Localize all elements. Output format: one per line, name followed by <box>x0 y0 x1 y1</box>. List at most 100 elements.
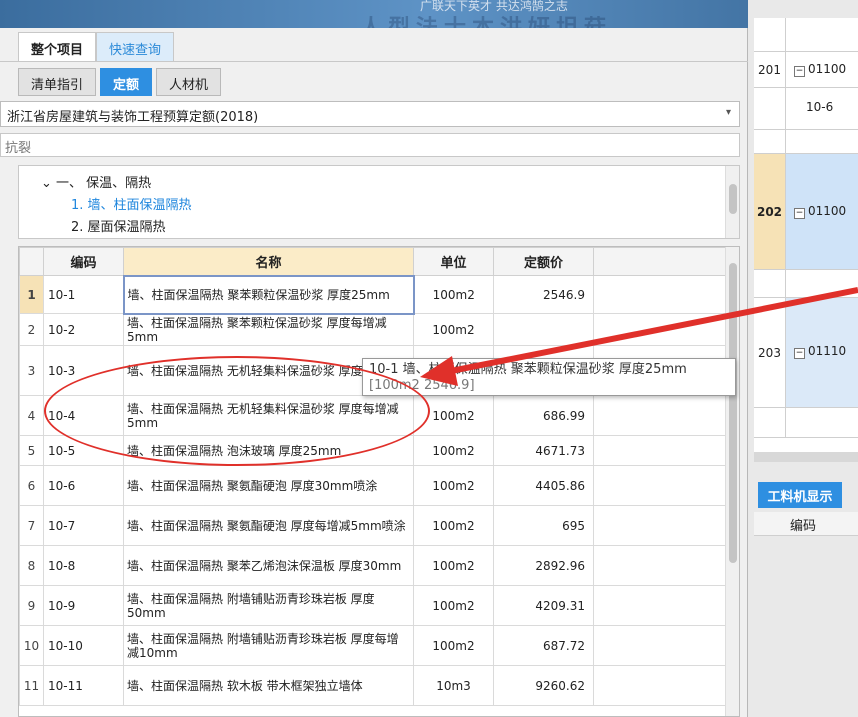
row-number[interactable]: 4 <box>19 395 44 436</box>
row-empty[interactable] <box>593 435 728 466</box>
header-name[interactable]: 名称 <box>123 247 414 276</box>
row-number[interactable]: 5 <box>19 435 44 466</box>
row-price[interactable]: 687.72 <box>493 625 594 666</box>
row-number[interactable]: 6 <box>19 465 44 506</box>
row-unit[interactable]: 100m2 <box>413 545 494 586</box>
row-code[interactable]: 10-2 <box>43 313 124 346</box>
row-empty[interactable] <box>593 585 728 626</box>
quota-table: 编码 名称 单位 定额价 1 10-1 墙、柱面保温隔热 聚苯颗粒保温砂浆 厚度25… <box>18 246 740 717</box>
row-price[interactable]: 686.99 <box>493 395 594 436</box>
tree-section[interactable]: ⌄ 一、 保温、隔热 <box>41 172 151 191</box>
row-unit[interactable]: 100m2 <box>413 313 494 346</box>
table-row-selected[interactable]: 202 −01100 <box>754 154 858 270</box>
table-scrollbar[interactable] <box>725 247 739 716</box>
tab-bill-guide[interactable]: 清单指引 <box>18 68 97 96</box>
row-code[interactable]: 10-11 <box>43 665 124 706</box>
row-code[interactable]: 10-7 <box>43 505 124 546</box>
row-number[interactable]: 11 <box>19 665 44 706</box>
table-row[interactable]: 10 10-10 墙、柱面保温隔热 附墙铺贴沥青珍珠岩板 厚度每增减10mm 100m… <box>19 625 728 666</box>
quota-library-select[interactable]: 浙江省房屋建筑与装饰工程预算定额(2018) ▾ <box>0 101 740 127</box>
row-code[interactable]: 10-1 <box>43 275 124 314</box>
table-row[interactable]: 2 10-2 墙、柱面保温隔热 聚苯颗粒保温砂浆 厚度每增减5mm 100m2 <box>19 313 728 346</box>
row-name[interactable]: 墙、柱面保温隔热 聚苯乙烯泡沫保温板 厚度30mm <box>123 545 414 586</box>
row-empty[interactable] <box>593 275 728 314</box>
table-row[interactable]: 8 10-8 墙、柱面保温隔热 聚苯乙烯泡沫保温板 厚度30mm 100m2 2892.… <box>19 545 728 586</box>
row-unit[interactable]: 100m2 <box>413 465 494 506</box>
row-name[interactable]: 墙、柱面保温隔热 附墙铺贴沥青珍珠岩板 厚度50mm <box>123 585 414 626</box>
row-code[interactable]: 10-9 <box>43 585 124 626</box>
collapse-box-icon[interactable]: − <box>794 208 805 219</box>
row-empty[interactable] <box>593 545 728 586</box>
tree-item-roof[interactable]: 2. 屋面保温隔热 <box>71 216 166 235</box>
row-number[interactable]: 1 <box>19 275 44 314</box>
row-number[interactable]: 3 <box>19 345 44 396</box>
row-unit[interactable]: 10m3 <box>413 665 494 706</box>
collapse-box-icon[interactable]: − <box>794 348 805 359</box>
row-price[interactable]: 4209.31 <box>493 585 594 626</box>
row-code[interactable]: 10-10 <box>43 625 124 666</box>
header-price[interactable]: 定额价 <box>493 247 594 276</box>
tab-quick-query[interactable]: 快速查询 <box>96 32 175 62</box>
row-name[interactable]: 墙、柱面保温隔热 附墙铺贴沥青珍珠岩板 厚度每增减10mm <box>123 625 414 666</box>
search-input[interactable]: 抗裂 <box>0 133 740 157</box>
row-number[interactable]: 2 <box>19 313 44 346</box>
row-name[interactable]: 墙、柱面保温隔热 软木板 带木框架独立墙体 <box>123 665 414 706</box>
row-number[interactable]: 9 <box>19 585 44 626</box>
row-empty[interactable] <box>593 465 728 506</box>
table-row[interactable]: 9 10-9 墙、柱面保温隔热 附墙铺贴沥青珍珠岩板 厚度50mm 100m2 4209… <box>19 585 728 626</box>
table-row[interactable]: 203 −01110 <box>754 298 858 408</box>
table-row[interactable] <box>754 18 858 52</box>
tree-scrollbar[interactable] <box>725 166 739 238</box>
row-code[interactable]: 10-8 <box>43 545 124 586</box>
row-name[interactable]: 墙、柱面保温隔热 聚氨酯硬泡 厚度30mm喷涂 <box>123 465 414 506</box>
chevron-down-icon[interactable]: ▾ <box>726 107 731 118</box>
scroll-thumb[interactable] <box>729 263 737 563</box>
row-price[interactable]: 695 <box>493 505 594 546</box>
row-unit[interactable]: 100m2 <box>413 505 494 546</box>
row-price[interactable]: 2546.9 <box>493 275 594 314</box>
row-number[interactable]: 7 <box>19 505 44 546</box>
row-price[interactable]: 9260.62 <box>493 665 594 706</box>
tab-labor-material[interactable]: 人材机 <box>156 68 222 96</box>
row-number[interactable]: 8 <box>19 545 44 586</box>
tree-item-wall-column[interactable]: 1. 墙、柱面保温隔热 <box>71 194 192 213</box>
table-row[interactable]: 11 10-11 墙、柱面保温隔热 软木板 带木框架独立墙体 10m3 9260.62 <box>19 665 728 706</box>
collapse-box-icon[interactable]: − <box>794 66 805 77</box>
row-name[interactable]: 墙、柱面保温隔热 聚氨酯硬泡 厚度每增减5mm喷涂 <box>123 505 414 546</box>
row-name[interactable]: 墙、柱面保温隔热 聚苯颗粒保温砂浆 厚度每增减5mm <box>123 313 414 346</box>
table-row[interactable] <box>754 130 858 154</box>
row-number[interactable]: 10 <box>19 625 44 666</box>
row-name[interactable]: 墙、柱面保温隔热 聚苯颗粒保温砂浆 厚度25mm <box>122 274 415 315</box>
collapse-chevron-icon[interactable]: ⌄ <box>41 176 52 191</box>
header-code[interactable]: 编码 <box>43 247 124 276</box>
table-row[interactable]: 6 10-6 墙、柱面保温隔热 聚氨酯硬泡 厚度30mm喷涂 100m2 4405.86 <box>19 465 728 506</box>
tab-whole-project[interactable]: 整个项目 <box>18 32 97 62</box>
tab-divider <box>0 61 748 62</box>
row-empty[interactable] <box>593 505 728 546</box>
horizontal-scrollbar[interactable] <box>754 452 858 462</box>
table-row[interactable]: 1 10-1 墙、柱面保温隔热 聚苯颗粒保温砂浆 厚度25mm 100m2 2546.9 <box>19 274 728 315</box>
row-price[interactable] <box>493 313 594 346</box>
row-unit[interactable]: 100m2 <box>413 585 494 626</box>
row-price[interactable]: 2892.96 <box>493 545 594 586</box>
row-price[interactable]: 4405.86 <box>493 465 594 506</box>
header-unit[interactable]: 单位 <box>413 247 494 276</box>
row-unit[interactable]: 100m2 <box>413 625 494 666</box>
row-empty[interactable] <box>593 313 728 346</box>
table-row[interactable]: 7 10-7 墙、柱面保温隔热 聚氨酯硬泡 厚度每增减5mm喷涂 100m2 695 <box>19 505 728 546</box>
row-unit[interactable]: 100m2 <box>413 275 494 314</box>
row-empty[interactable] <box>593 625 728 666</box>
row-empty[interactable] <box>593 665 728 706</box>
table-row[interactable] <box>754 270 858 298</box>
row-empty[interactable] <box>593 395 728 436</box>
row-code[interactable]: 10-6 <box>43 465 124 506</box>
show-labor-material-button[interactable]: 工料机显示 <box>758 482 842 508</box>
row-price[interactable]: 4671.73 <box>493 435 594 466</box>
table-row[interactable]: 201 −01100 <box>754 52 858 88</box>
tab-quota[interactable]: 定额 <box>100 68 153 96</box>
scroll-thumb[interactable] <box>729 184 737 214</box>
table-row[interactable]: 10-6 <box>754 88 858 130</box>
table-row[interactable] <box>754 408 858 438</box>
row-unit[interactable]: 100m2 <box>413 435 494 466</box>
row-number <box>754 88 786 129</box>
